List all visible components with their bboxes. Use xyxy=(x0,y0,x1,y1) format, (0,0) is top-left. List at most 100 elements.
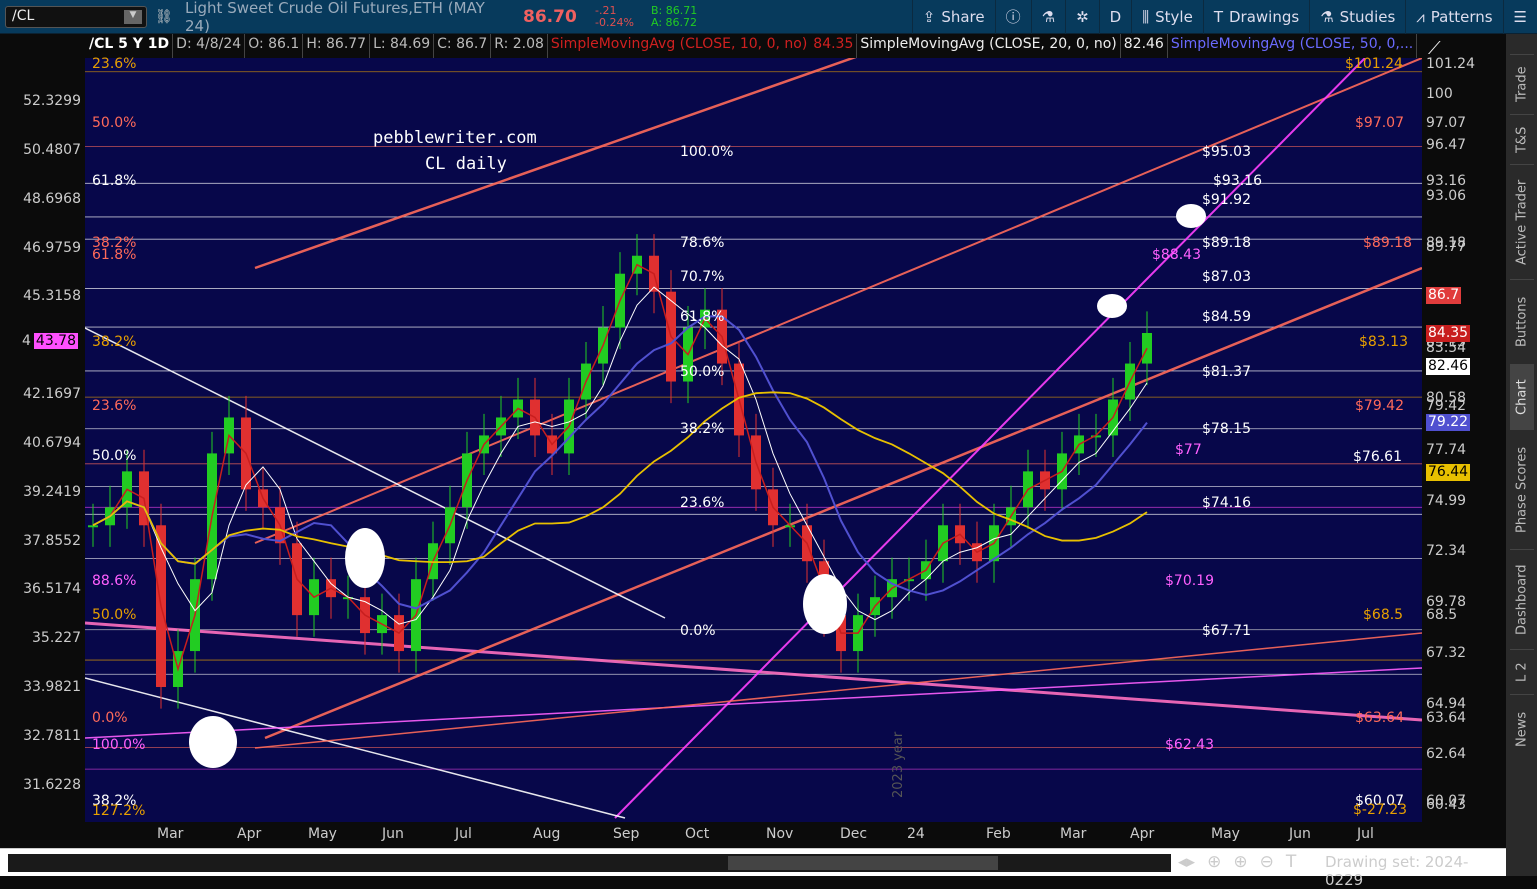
right-axis-label: 89.18 xyxy=(1426,235,1467,251)
left-axis-label: 45.3158 xyxy=(23,288,81,304)
ohlc-open: O: 86.1 xyxy=(245,34,304,58)
watermark-line1: pebblewriter.com xyxy=(373,128,537,148)
time-axis-label: Feb xyxy=(986,826,1011,842)
right-axis-label: 63.64 xyxy=(1426,710,1467,726)
price-level-label: $76.61 xyxy=(1353,449,1402,465)
gear-icon: ✲ xyxy=(1076,7,1089,26)
badge-value: 43.78 xyxy=(33,333,79,349)
horizontal-scrollbar[interactable] xyxy=(8,854,1171,872)
drawing-set[interactable]: Drawing set: 2024-0229 xyxy=(1325,853,1506,889)
info-icon: ⓘ xyxy=(1005,8,1021,26)
fib-pct-label: 78.6% xyxy=(680,235,725,251)
toolbar-button-patterns[interactable]: ⩘ Patterns xyxy=(1405,0,1502,34)
price-level-label: $-27.23 xyxy=(1353,802,1408,818)
time-axis-label: Oct xyxy=(685,826,710,842)
price-badge: 82.46 xyxy=(1426,358,1471,375)
zoom-in-icon[interactable]: ⊕ xyxy=(1233,852,1247,872)
scrollbar-thumb[interactable] xyxy=(728,856,998,870)
left-axis: 52.3299 50.4807 48.6968 46.9759 45.3158 42.16… xyxy=(0,58,85,822)
ohlc-close: C: 86.7 xyxy=(434,34,492,58)
badge-prefix: 4 xyxy=(22,333,31,349)
chart-header: /CL 5 Y 1D D: 4/8/24 O: 86.1 H: 86.77 L:… xyxy=(86,34,1418,58)
crosshair-icon[interactable]: ⊕ xyxy=(1207,852,1221,872)
time-axis: Mar Apr May Jun Jul Aug Sep Oct Nov Dec 24 Feb Mar Ap… xyxy=(85,822,1422,848)
sidebar-tab-buttons[interactable]: Buttons xyxy=(1510,279,1534,364)
right-sidebar: Trade T&S Active Trader Buttons Chart Phase S… xyxy=(1506,34,1537,876)
price-level-label: $97.07 xyxy=(1355,115,1404,131)
toolbar-button-style[interactable]: ⫼ Style xyxy=(1131,0,1203,34)
sidebar-tab-chart[interactable]: Chart xyxy=(1510,364,1534,429)
left-axis-label: 42.1697 xyxy=(23,386,81,402)
fib-left-label: 50.0% xyxy=(92,448,137,464)
change: -.21 xyxy=(595,3,617,17)
right-axis-label: 96.47 xyxy=(1426,137,1467,153)
button-label: Share xyxy=(941,7,985,26)
sidebar-tab-t-s[interactable]: T&S xyxy=(1510,114,1534,164)
sidebar-tab-l-2[interactable]: L 2 xyxy=(1510,649,1534,694)
fib-pct-label: 23.6% xyxy=(680,495,725,511)
right-axis-label: 60.07 xyxy=(1426,793,1467,809)
right-axis-label: 93.16 xyxy=(1426,173,1467,189)
sma50-label[interactable]: SimpleMovingAvg (CLOSE, 50, 0,... xyxy=(1168,34,1418,58)
toolbar-button-drawings[interactable]: T Drawings xyxy=(1202,0,1309,34)
marker-ellipse xyxy=(345,528,385,588)
footer-tools: ◂▸ ⊕ ⊕ ⊖ T xyxy=(1178,852,1296,872)
fib-price-label: $89.18 xyxy=(1202,235,1251,251)
button-label: Drawings xyxy=(1228,7,1300,26)
menu-icon: ☰ xyxy=(1513,7,1527,26)
sma10-label[interactable]: SimpleMovingAvg (CLOSE, 10, 0, no) xyxy=(548,34,810,58)
right-axis-label: 67.32 xyxy=(1426,645,1467,661)
left-axis-label: 46.9759 xyxy=(23,240,81,256)
zoom-out-icon[interactable]: ⊖ xyxy=(1260,852,1274,872)
pan-icon[interactable]: ◂▸ xyxy=(1178,852,1195,872)
fib-pct-label: 100.0% xyxy=(680,144,734,160)
left-axis-label: 40.6794 xyxy=(23,435,81,451)
chevron-down-icon[interactable]: ▼ xyxy=(124,9,142,24)
toolbar-button-info[interactable]: ⓘ xyxy=(994,0,1031,34)
time-axis-label: 24 xyxy=(907,826,925,842)
right-axis-label: 101.24 xyxy=(1426,56,1475,72)
fib-left-label: 127.2% xyxy=(92,803,146,819)
sma-20-line xyxy=(92,391,1148,565)
left-axis-label: 48.6968 xyxy=(23,191,81,207)
price-level-label: $93.16 xyxy=(1213,173,1262,189)
button-label: D xyxy=(1109,7,1122,26)
toolbar-button-studies[interactable]: ⚗ Studies xyxy=(1309,0,1405,34)
marker-ellipse xyxy=(189,716,237,768)
sidebar-tab-news[interactable]: News xyxy=(1510,694,1534,764)
left-axis-label: 35.227 xyxy=(32,630,81,646)
toolbar-button-flask[interactable]: ⚗ xyxy=(1030,0,1065,34)
toolbar-button-share[interactable]: ⇪ Share xyxy=(911,0,995,34)
time-axis-label: Apr xyxy=(237,826,262,842)
link-icon[interactable]: ⛓ xyxy=(155,9,173,25)
fib-price-label: $87.03 xyxy=(1202,269,1251,285)
sidebar-tab-phase-scores[interactable]: Phase Scores xyxy=(1510,429,1534,549)
text-tool-icon[interactable]: T xyxy=(1286,852,1296,872)
toolbar-button-menu[interactable]: ☰ xyxy=(1502,0,1537,34)
price-level-label: $83.13 xyxy=(1359,334,1408,350)
year-marker: 2023 year xyxy=(891,731,906,798)
fib-pct-label: 50.0% xyxy=(680,364,725,380)
toolbar-button-gear[interactable]: ✲ xyxy=(1065,0,1099,34)
net-change: -.21 -0.24% xyxy=(595,3,645,29)
change-pct: -0.24% xyxy=(595,15,634,29)
sidebar-tab-dashboard[interactable]: Dashboard xyxy=(1510,549,1534,649)
left-axis-badge: 4 43.78 xyxy=(22,333,79,349)
toolbar-button-d[interactable]: D xyxy=(1098,0,1132,34)
left-axis-label: 50.4807 xyxy=(23,142,81,158)
time-axis-label: Aug xyxy=(533,826,561,842)
left-axis-label: 39.2419 xyxy=(23,484,81,500)
symbol-selector[interactable]: /CL ▼ xyxy=(5,5,147,28)
sidebar-tab-trade[interactable]: Trade xyxy=(1510,54,1534,114)
sma20-label[interactable]: SimpleMovingAvg (CLOSE, 20, 0, no) xyxy=(857,34,1121,58)
price-level-label: $91.92 xyxy=(1202,192,1251,208)
top-toolbar: /CL ▼ ⛓ Light Sweet Crude Oil Futures,ETH… xyxy=(0,0,1537,35)
price-level-label: $62.43 xyxy=(1165,737,1214,753)
sidebar-tab-active-trader[interactable]: Active Trader xyxy=(1510,164,1534,279)
price-level-label: $88.43 xyxy=(1152,247,1201,263)
footer-bar: ◂▸ ⊕ ⊕ ⊖ T Drawing set: 2024-0229 xyxy=(0,848,1506,889)
button-label: Patterns xyxy=(1430,7,1493,26)
price-badge: 86.7 xyxy=(1426,287,1462,304)
chart-plot[interactable]: pebblewriter.com CL daily 2023 year 23.6… xyxy=(85,56,1422,822)
right-axis-label: 79.42 xyxy=(1426,398,1467,414)
